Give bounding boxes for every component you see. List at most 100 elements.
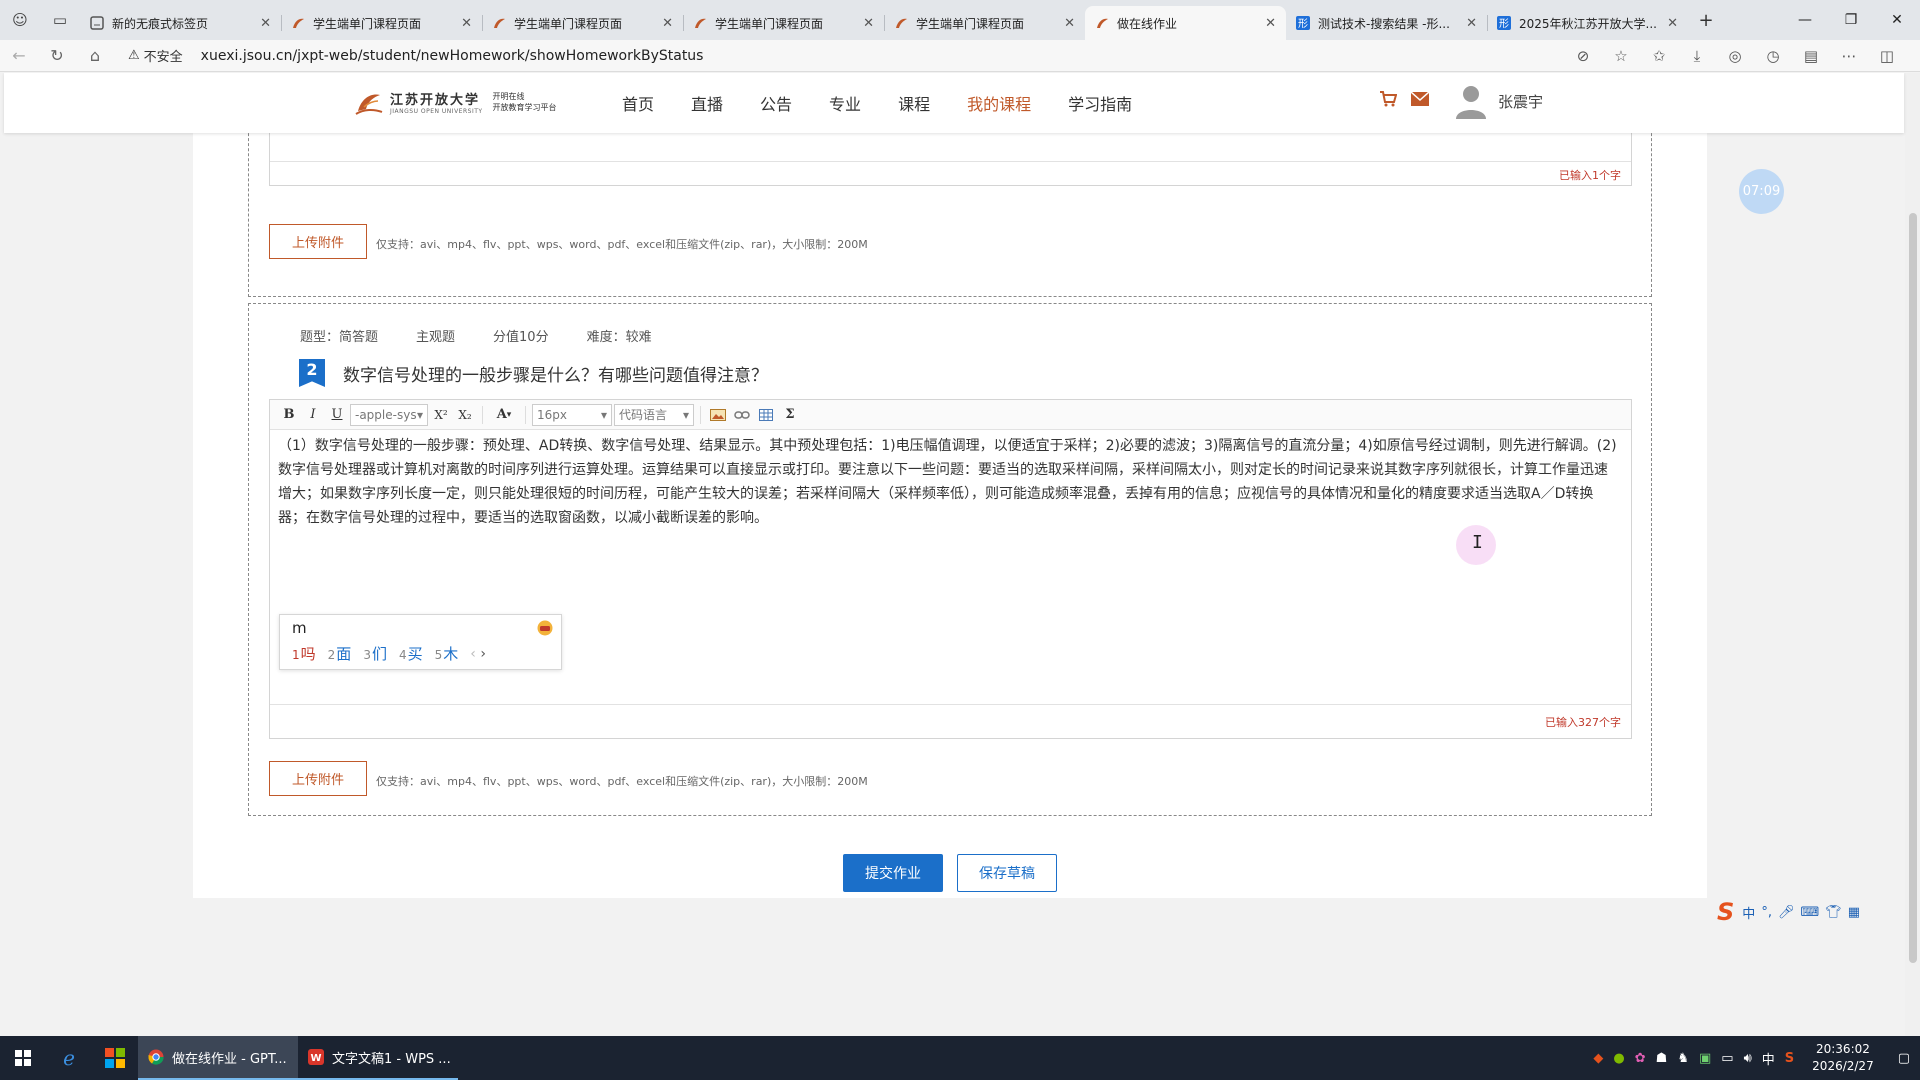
input-language-indicator[interactable]: 中 (1762, 1049, 1775, 1068)
taskbar-app-button[interactable]: W 文字文稿1 - WPS ... (298, 1036, 458, 1080)
tab-close-icon[interactable]: ✕ (863, 16, 874, 31)
browser-tab[interactable]: 学生端单门课程页面 ✕ (281, 6, 482, 40)
italic-button[interactable]: I (302, 404, 324, 426)
restore-icon[interactable]: ❐ (1828, 0, 1874, 40)
close-window-icon[interactable]: ✕ (1874, 0, 1920, 40)
start-button[interactable] (0, 1036, 46, 1080)
skin-shirt-icon[interactable]: 👕︎ (1825, 905, 1842, 920)
back-icon[interactable]: ← (0, 46, 38, 65)
browser-tab[interactable]: 做在线作业 ✕ (1085, 6, 1286, 40)
taskbar-app-button[interactable]: 做在线作业 - GPT... (138, 1036, 298, 1080)
tray-app-icon[interactable]: ✿ (1635, 1051, 1646, 1066)
ime-candidate[interactable]: 4买 (399, 643, 423, 664)
ie-browser-icon[interactable]: ℯ (46, 1036, 92, 1080)
code-language-select[interactable]: 代码语言 ▾ (614, 403, 694, 426)
keyboard-icon[interactable]: ⌨ (1800, 905, 1819, 920)
ime-candidate[interactable]: 1吗 (292, 643, 316, 664)
profile-icon[interactable]: ☺ (0, 0, 40, 40)
question-2-upload-button[interactable]: 上传附件 (269, 761, 367, 796)
home-icon[interactable]: ⌂ (76, 46, 114, 65)
question-1-upload-button[interactable]: 上传附件 (269, 224, 367, 259)
sogou-tray-icon[interactable]: S (1785, 1051, 1794, 1066)
ime-next-page-icon[interactable]: › (480, 646, 486, 662)
formula-button[interactable]: Σ (779, 404, 801, 426)
ime-prev-page-icon[interactable]: ‹ (470, 646, 476, 662)
toolbox-grid-icon[interactable]: ▦ (1848, 905, 1860, 920)
url-field[interactable]: ⚠ 不安全 xuexi.jsou.cn/jxpt-web/student/new… (128, 43, 1564, 69)
ime-punctuation-toggle[interactable]: °, (1761, 905, 1772, 920)
nav-item[interactable]: 公告 (760, 91, 792, 115)
font-family-select[interactable]: -apple-sys ▾ (350, 403, 428, 426)
collections-icon[interactable]: ▤ (1792, 47, 1830, 65)
tray-app-icon[interactable]: ● (1613, 1051, 1624, 1066)
tracking-prevention-icon[interactable]: ⊘ (1564, 47, 1602, 65)
tray-app-icon[interactable]: ◆ (1593, 1051, 1603, 1066)
underline-button[interactable]: U (326, 404, 348, 426)
nav-item[interactable]: 专业 (829, 91, 861, 115)
ime-candidate[interactable]: 5木 (435, 643, 459, 664)
minimize-icon[interactable]: — (1782, 0, 1828, 40)
history-icon[interactable]: ◷ (1754, 47, 1792, 65)
new-tab-button[interactable]: + (1688, 10, 1724, 31)
browser-tab[interactable]: 形测试技术-搜索结果 -形... ✕ (1286, 6, 1487, 40)
notification-center-icon[interactable]: ▢ (1898, 1051, 1910, 1066)
submit-homework-button[interactable]: 提交作业 (843, 854, 943, 892)
pinned-app-icon[interactable] (92, 1036, 138, 1080)
volume-icon[interactable]: 🔊︎ (1744, 1051, 1752, 1066)
site-logo[interactable]: 江苏开放大学 JIANGSU OPEN UNIVERSITY 开明在线 开放教育… (354, 87, 557, 117)
browser-tab[interactable]: 形 2025年秋江苏开放大学... ✕ (1487, 6, 1688, 40)
ime-skin-icon[interactable] (537, 620, 553, 636)
ime-mode-toggle[interactable]: 中 (1742, 903, 1755, 922)
screenshot-icon[interactable]: ◎ (1716, 47, 1754, 65)
insert-link-icon[interactable] (731, 404, 753, 426)
nav-item[interactable]: 首页 (622, 91, 654, 115)
downloads-icon[interactable]: ⤓ (1678, 47, 1716, 65)
tab-close-icon[interactable]: ✕ (1466, 16, 1477, 31)
browser-tab[interactable]: 新的无痕式标签页 ✕ (80, 6, 281, 40)
nav-item[interactable]: 直播 (691, 91, 723, 115)
tray-app-icon[interactable]: ▣ (1699, 1051, 1711, 1066)
tab-actions-icon[interactable]: ▭ (40, 0, 80, 40)
answer-textarea[interactable]: （1）数字信号处理的一般步骤：预处理、AD转换、数字信号处理、结果显示。其中预处… (278, 434, 1621, 530)
tab-close-icon[interactable]: ✕ (1265, 16, 1276, 31)
nav-item[interactable]: 课程 (898, 91, 930, 115)
subscript-button[interactable]: X₂ (454, 404, 476, 426)
reload-icon[interactable]: ↻ (38, 46, 76, 65)
superscript-button[interactable]: X² (430, 404, 452, 426)
sogou-logo-icon[interactable]: S (1717, 898, 1734, 926)
save-draft-button[interactable]: 保存草稿 (957, 854, 1057, 892)
ime-pager[interactable]: ‹ › (470, 646, 486, 662)
insert-image-icon[interactable] (707, 404, 729, 426)
scrollbar-thumb[interactable] (1909, 213, 1917, 963)
font-size-select[interactable]: 16px ▾ (532, 403, 612, 426)
page-scrollbar[interactable] (1905, 73, 1920, 1036)
ime-candidate[interactable]: 2面 (328, 643, 352, 664)
mail-icon[interactable] (1411, 92, 1429, 106)
browser-tab[interactable]: 学生端单门课程页面 ✕ (482, 6, 683, 40)
tray-app-icon[interactable]: ♞ (1677, 1051, 1689, 1066)
more-menu-icon[interactable]: ⋯ (1830, 47, 1868, 65)
system-clock[interactable]: 20:36:02 2026/2/27 (1812, 1041, 1874, 1075)
browser-tab[interactable]: 学生端单门课程页面 ✕ (884, 6, 1085, 40)
nav-item[interactable]: 我的课程 (967, 91, 1031, 115)
tray-app-icon[interactable]: ☗ (1656, 1051, 1668, 1066)
bold-button[interactable]: B (278, 404, 300, 426)
font-color-button[interactable]: A ▾ (489, 404, 519, 426)
tab-close-icon[interactable]: ✕ (1667, 16, 1678, 31)
tab-close-icon[interactable]: ✕ (461, 16, 472, 31)
insecure-indicator[interactable]: ⚠ 不安全 (128, 46, 183, 65)
browser-tab[interactable]: 学生端单门课程页面 ✕ (683, 6, 884, 40)
user-menu[interactable]: 张震宇 (1454, 83, 1543, 119)
microphone-icon[interactable]: 🎤︎ (1778, 905, 1795, 920)
tab-close-icon[interactable]: ✕ (260, 16, 271, 31)
cart-icon[interactable] (1379, 91, 1397, 107)
tab-close-icon[interactable]: ✕ (662, 16, 673, 31)
favorites-icon[interactable]: ✩ (1640, 47, 1678, 65)
favorite-star-icon[interactable]: ☆ (1602, 47, 1640, 65)
nav-item[interactable]: 学习指南 (1068, 91, 1132, 115)
sidebar-toggle-icon[interactable]: ◫ (1868, 47, 1906, 65)
ime-candidate[interactable]: 3们 (363, 643, 387, 664)
insert-table-icon[interactable] (755, 404, 777, 426)
timer-bubble[interactable]: 07:09 (1739, 169, 1784, 214)
network-icon[interactable]: ▭ (1721, 1051, 1733, 1066)
